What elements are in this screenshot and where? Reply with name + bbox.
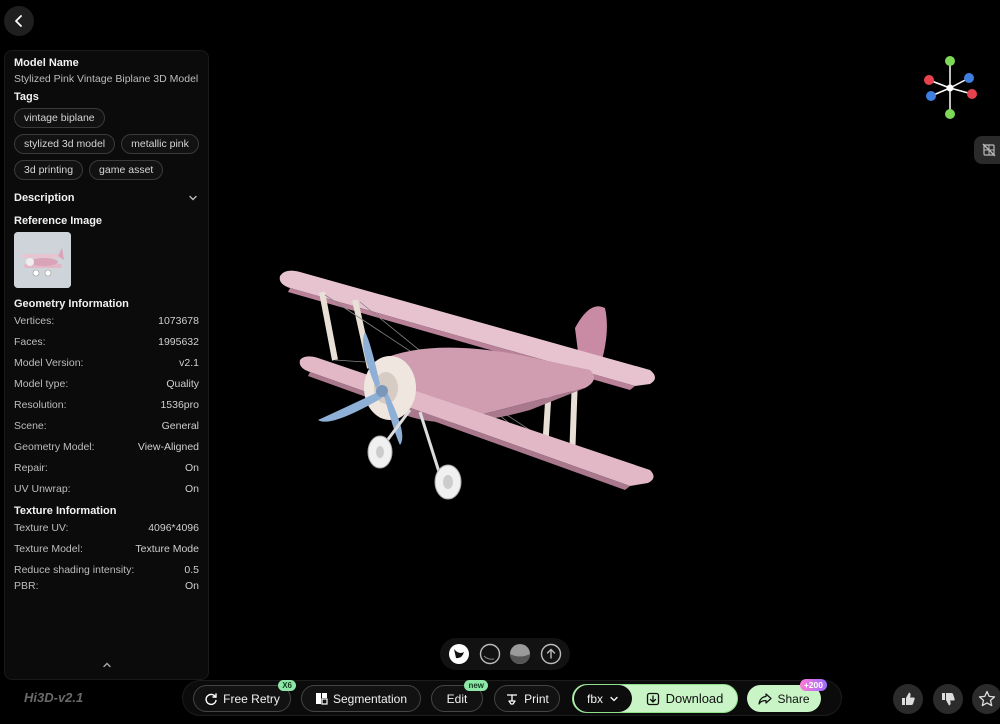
axis-orientation-gizmo[interactable] — [920, 54, 980, 120]
segmentation-button[interactable]: Segmentation — [301, 685, 421, 712]
segmentation-label: Segmentation — [332, 691, 408, 706]
collapse-panel-button[interactable] — [5, 659, 208, 671]
texture-row: Texture UV: 4096*4096 — [14, 521, 199, 534]
free-retry-button[interactable]: Free Retry X6 — [193, 680, 296, 712]
geometry-row: Scene: General — [14, 419, 199, 432]
download-button[interactable]: Download — [632, 691, 737, 706]
action-toolbar: Free Retry X6 Segmentation Edit new Prin… — [182, 679, 842, 716]
thumbs-up-icon — [902, 692, 915, 705]
format-select[interactable]: fbx — [574, 685, 632, 712]
thumbs-down-icon — [942, 693, 955, 706]
tags-heading: Tags — [14, 91, 39, 103]
free-retry-label: Free Retry — [223, 691, 280, 706]
print-button[interactable]: Print — [494, 685, 560, 712]
render-mode-clay[interactable] — [509, 643, 531, 665]
geometry-heading: Geometry Information — [14, 298, 129, 310]
axis-gizmo-icon — [924, 56, 977, 119]
tag-chip[interactable]: metallic pink — [121, 134, 199, 154]
print-3d-icon — [507, 693, 518, 705]
geometry-row: Faces: 1995632 — [14, 335, 199, 348]
render-mode-textured[interactable] — [448, 643, 470, 665]
tag-chip[interactable]: 3d printing — [14, 160, 84, 180]
texture-heading: Texture Information — [14, 505, 117, 517]
geometry-row: UV Unwrap: On — [14, 482, 199, 495]
refresh-icon — [205, 692, 217, 705]
render-mode-wireframe[interactable] — [479, 643, 501, 665]
biplane-thumbnail-image — [14, 232, 71, 288]
biplane-model-render — [279, 270, 655, 500]
reference-image-heading: Reference Image — [14, 215, 103, 227]
edit-button[interactable]: Edit new — [431, 680, 488, 712]
description-toggle[interactable]: Description — [14, 192, 199, 204]
model-name-value: Stylized Pink Vintage Biplane 3D Model — [14, 73, 199, 85]
geometry-row: Model type: Quality — [14, 377, 199, 390]
format-value: fbx — [586, 691, 603, 706]
chevron-up-icon — [102, 662, 111, 668]
download-group: fbx Download — [572, 684, 738, 713]
share-reward-badge: +200 — [799, 679, 827, 691]
reference-image-thumbnail[interactable] — [14, 232, 71, 288]
texture-row: Reduce shading intensity: 0.5 — [14, 563, 199, 576]
segmentation-icon — [315, 693, 328, 705]
chevron-down-icon — [189, 195, 197, 201]
render-mode-upload[interactable] — [540, 643, 562, 665]
geometry-row: Vertices: 1073678 — [14, 314, 199, 327]
model-info-panel: Model Name Stylized Pink Vintage Biplane… — [4, 50, 209, 680]
geometry-list: Vertices: 1073678 Faces: 1995632 Model Ver… — [14, 310, 199, 499]
retry-count-badge: X6 — [278, 680, 296, 691]
chevron-down-icon — [610, 696, 618, 701]
textured-sphere-icon — [449, 644, 470, 664]
download-label: Download — [665, 691, 724, 706]
hide-grid-button[interactable] — [974, 136, 1000, 164]
thumbs-down-button[interactable] — [933, 684, 963, 714]
texture-row: Texture Model: Texture Mode — [14, 542, 199, 555]
download-icon — [646, 692, 659, 705]
upload-circle-icon — [540, 643, 561, 665]
star-icon — [978, 690, 996, 707]
model-viewport[interactable] — [230, 250, 670, 515]
edit-label: Edit — [446, 691, 468, 706]
tag-chip[interactable]: stylized 3d model — [14, 134, 116, 154]
tag-list: vintage biplane stylized 3d model metall… — [14, 108, 199, 180]
texture-row: PBR: On — [14, 580, 199, 592]
share-label: Share — [777, 691, 810, 706]
texture-list: Texture UV: 4096*4096 Texture Model: Textu… — [14, 517, 199, 594]
favorite-button[interactable] — [972, 684, 1000, 714]
chevron-left-icon — [15, 15, 22, 27]
geometry-row: Geometry Model: View-Aligned — [14, 440, 199, 453]
tag-chip[interactable]: game asset — [89, 160, 164, 180]
model-version-brand: Hi3D-v2.1 — [24, 690, 84, 705]
geometry-row: Repair: On — [14, 461, 199, 474]
outline-sphere-icon — [479, 643, 500, 665]
tag-chip[interactable]: vintage biplane — [14, 108, 105, 128]
print-label: Print — [524, 691, 549, 706]
model-name-heading: Model Name — [14, 57, 79, 69]
geometry-row: Resolution: 1536pro — [14, 398, 199, 411]
share-icon — [758, 692, 773, 705]
thumbs-up-button[interactable] — [893, 684, 923, 714]
back-button[interactable] — [4, 6, 34, 36]
new-badge: new — [464, 680, 488, 691]
grid-off-icon — [982, 143, 996, 157]
description-heading: Description — [14, 192, 75, 204]
geometry-row: Model Version: v2.1 — [14, 356, 199, 369]
render-mode-selector — [440, 638, 570, 670]
solid-sphere-icon — [510, 644, 531, 664]
share-button[interactable]: Share +200 — [747, 679, 827, 712]
